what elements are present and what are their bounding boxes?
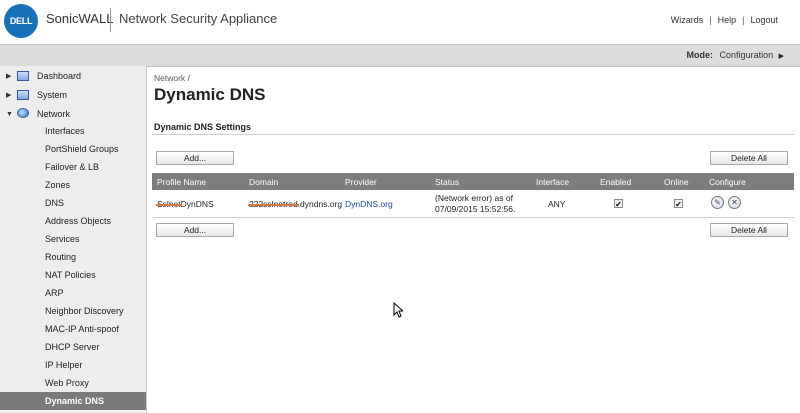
sidebar-item-interfaces[interactable]: Interfaces [0, 122, 146, 140]
column-header-enabled: Enabled [600, 177, 632, 187]
sidebar-item-services[interactable]: Services [0, 230, 146, 248]
sidebar-item-label: System [37, 90, 68, 100]
sidebar-item-label: Zones [45, 180, 71, 190]
brand-name: SonicWALL [46, 11, 114, 26]
status-line-2: 07/09/2015 15:52:56. [435, 204, 516, 214]
sidebar-item-address-objects[interactable]: Address Objects [0, 212, 146, 230]
provider-link[interactable]: DynDNS.org [345, 199, 393, 209]
logout-link[interactable]: Logout [750, 15, 778, 25]
sidebar-item-label: PortShield Groups [45, 144, 119, 154]
help-link[interactable]: Help [718, 15, 737, 25]
header-links: Wizards | Help | Logout [671, 15, 778, 25]
delete-all-button-bottom[interactable]: Delete All [710, 223, 788, 237]
table-row: SslnetDynDNS 222sslnetred.dyndns.org Dyn… [152, 190, 794, 218]
expand-arrow-icon[interactable]: ▶ [6, 72, 11, 80]
sidebar-item-nat-policies[interactable]: NAT Policies [0, 266, 146, 284]
mode-value-link[interactable]: Configuration [720, 50, 774, 60]
sidebar-item-label: Services [45, 234, 80, 244]
sidebar-item-label: Dynamic DNS [45, 396, 105, 406]
column-header-configure: Configure [709, 177, 746, 187]
interface-cell: ANY [548, 199, 566, 209]
sidebar-item-network[interactable]: ▼ Network [0, 105, 146, 123]
sidebar-item-dns[interactable]: DNS [0, 194, 146, 212]
collapse-arrow-icon[interactable]: ▼ [6, 111, 13, 118]
column-header-profile-name: Profile Name [157, 177, 207, 187]
section-divider [152, 134, 794, 135]
sidebar-item-label: IP Helper [45, 360, 83, 370]
sidebar-nav: ▶ Dashboard ▶ System ▼ Network Interface… [0, 66, 147, 413]
online-checkbox[interactable]: ✔ [674, 199, 683, 209]
sidebar-item-label: ARP [45, 288, 64, 298]
product-name: Network Security Appliance [119, 11, 278, 26]
redacted-profile-text: Sslnet [156, 199, 182, 209]
mode-selector: Mode: Configuration ▶ [687, 50, 784, 60]
sidebar-item-label: Address Objects [45, 216, 112, 226]
sidebar-item-label: Interfaces [45, 126, 85, 136]
sidebar-item-mac-ip-anti-spoof[interactable]: MAC-IP Anti-spoof [0, 320, 146, 338]
link-separator: | [709, 15, 712, 25]
sidebar-item-failover-lb[interactable]: Failover & LB [0, 158, 146, 176]
section-title: Dynamic DNS Settings [154, 122, 252, 132]
table-header: Profile Name Domain Provider Status Inte… [152, 173, 794, 190]
sidebar-item-label: NAT Policies [45, 270, 96, 280]
wizards-link[interactable]: Wizards [671, 15, 704, 25]
column-header-interface: Interface [536, 177, 570, 187]
sidebar-item-arp[interactable]: ARP [0, 284, 146, 302]
dashboard-icon [17, 71, 29, 81]
sidebar-item-label: Web Proxy [45, 378, 89, 388]
top-header: DELL SonicWALL Network Security Applianc… [0, 0, 800, 44]
sidebar-item-label: Routing [45, 252, 77, 262]
sidebar-item-label: Dashboard [37, 71, 82, 81]
redacted-domain-text: 222sslnetred [248, 199, 299, 209]
sidebar-item-routing[interactable]: Routing [0, 248, 146, 266]
column-header-online: Online [664, 177, 689, 187]
sidebar-item-dashboard[interactable]: ▶ Dashboard [0, 67, 146, 85]
mode-label: Mode: [686, 50, 714, 60]
dell-logo: DELL [4, 4, 38, 38]
sidebar-item-label: Network [37, 109, 71, 119]
page-title: Dynamic DNS [154, 85, 266, 104]
monitor-icon [17, 90, 29, 100]
sidebar-item-label: Neighbor Discovery [45, 306, 124, 316]
brand-divider [110, 8, 111, 32]
sidebar-item-label: DNS [45, 198, 65, 208]
logo-text: DELL [9, 16, 33, 26]
add-button-bottom[interactable]: Add... [156, 223, 234, 237]
column-header-status: Status [435, 177, 460, 187]
link-separator: | [742, 15, 745, 25]
sidebar-item-label: Failover & LB [45, 162, 100, 172]
sidebar-item-zones[interactable]: Zones [0, 176, 146, 194]
status-line-1: (Network error) as of [435, 193, 513, 203]
column-header-provider: Provider [345, 177, 377, 187]
sidebar-item-neighbor-discovery[interactable]: Neighbor Discovery [0, 302, 146, 320]
sidebar-item-system[interactable]: ▶ System [0, 86, 146, 104]
mouse-cursor-icon [393, 302, 403, 318]
sidebar-item-portshield-groups[interactable]: PortShield Groups [0, 140, 146, 158]
sidebar-item-dhcp-server[interactable]: DHCP Server [0, 338, 146, 356]
sidebar-item-web-proxy[interactable]: Web Proxy [0, 374, 146, 392]
sidebar-item-label: DHCP Server [45, 342, 100, 352]
domain-cell: 222sslnetred.dyndns.org [248, 199, 343, 209]
edit-pencil-icon[interactable]: ✎ [711, 196, 724, 209]
breadcrumb[interactable]: Network / [154, 73, 190, 83]
enabled-checkbox[interactable]: ✔ [614, 199, 623, 209]
sidebar-item-dynamic-dns[interactable]: Dynamic DNS [0, 392, 146, 410]
mode-bar: Mode: Configuration ▶ [0, 44, 800, 67]
sidebar-item-label: MAC-IP Anti-spoof [45, 324, 119, 334]
domain-suffix: .dyndns.org [297, 199, 343, 209]
delete-x-icon[interactable]: ✕ [728, 196, 741, 209]
network-globe-icon [17, 108, 29, 118]
delete-all-button-top[interactable]: Delete All [710, 151, 788, 165]
expand-arrow-icon[interactable]: ▶ [6, 91, 11, 99]
add-button-top[interactable]: Add... [156, 151, 234, 165]
column-header-domain: Domain [249, 177, 279, 187]
sidebar-item-ip-helper[interactable]: IP Helper [0, 356, 146, 374]
profile-name-suffix: DynDNS [180, 199, 214, 209]
mode-arrow-icon[interactable]: ▶ [779, 53, 784, 60]
profile-name-cell: SslnetDynDNS [156, 199, 214, 209]
